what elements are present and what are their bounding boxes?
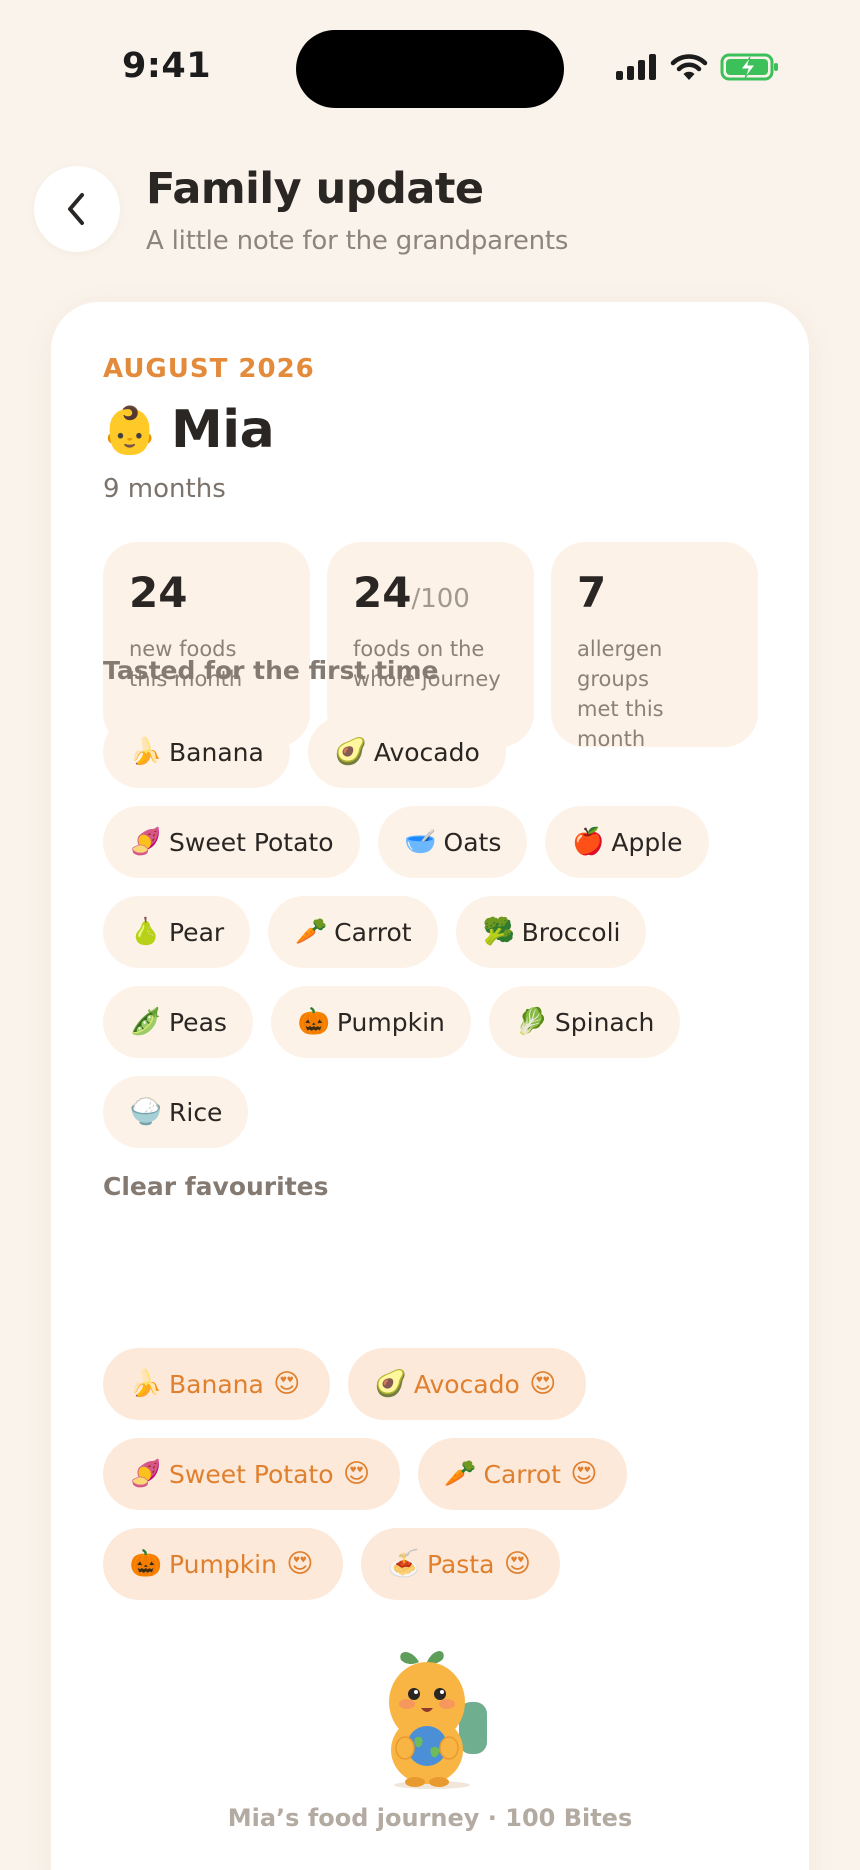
favourites-section-title: Clear favourites <box>103 1172 329 1201</box>
food-name: Peas <box>169 1007 227 1037</box>
food-name: Rice <box>169 1097 223 1127</box>
footer-caption: Mia’s food journey · 100 Bites <box>227 1804 633 1832</box>
back-button[interactable] <box>34 166 120 252</box>
first-time-section-title: Tasted for the first time <box>103 656 439 685</box>
wifi-icon <box>670 54 708 80</box>
food-name: Broccoli <box>521 917 621 947</box>
food-chip-carrot: 🥕 Carrot <box>268 896 438 968</box>
food-name: Apple <box>611 827 683 857</box>
food-name: Banana <box>169 1369 264 1399</box>
food-name: Avocado <box>413 1369 520 1399</box>
heart-eyes-icon: 😍 <box>570 1459 598 1489</box>
stat-denominator: /100 <box>411 584 470 614</box>
heart-eyes-icon: 😍 <box>529 1369 557 1399</box>
family-update-card: AUGUST 2026 👶 Mia 9 months 24 new foods … <box>51 302 809 1870</box>
heart-eyes-icon: 😍 <box>503 1549 531 1579</box>
pear-icon: 🍐 <box>129 917 163 947</box>
food-chip-apple: 🍎 Apple <box>545 806 709 878</box>
food-name: Pumpkin <box>169 1549 277 1579</box>
dynamic-island <box>296 30 564 108</box>
heart-eyes-icon: 😍 <box>342 1459 371 1489</box>
favourite-chip-carrot: 🥕 Carrot 😍 <box>417 1438 627 1510</box>
favourite-food-list: 🍌 Banana 😍 🥑 Avocado 😍 🍠 Sweet Potato 😍 🥕 Carro… <box>103 1348 743 1600</box>
food-chip-pear: 🍐 Pear <box>103 896 251 968</box>
food-name: Pumpkin <box>336 1007 445 1037</box>
chevron-left-icon <box>68 193 84 225</box>
food-name: Banana <box>169 737 264 767</box>
food-name: Pear <box>169 917 225 947</box>
food-chip-avocado: 🥑 Avocado <box>307 716 506 788</box>
food-chip-broccoli: 🥦 Broccoli <box>455 896 647 968</box>
avocado-icon: 🥑 <box>334 737 367 767</box>
page-title: Family update <box>146 164 484 214</box>
status-time: 9:41 <box>122 46 212 86</box>
food-name: Sweet Potato <box>169 827 334 857</box>
broccoli-icon: 🥦 <box>482 917 515 947</box>
heart-eyes-icon: 😍 <box>286 1549 314 1579</box>
carrot-icon: 🥕 <box>444 1459 477 1489</box>
apple-icon: 🍎 <box>572 827 605 857</box>
child-name: Mia <box>171 400 275 460</box>
favourite-chip-avocado: 🥑 Avocado 😍 <box>347 1348 586 1420</box>
banana-icon: 🍌 <box>129 1369 163 1399</box>
month-label: AUGUST 2026 <box>103 354 315 384</box>
food-name: Oats <box>443 827 502 857</box>
child-name-row: 👶 Mia <box>101 400 274 460</box>
food-chip-banana: 🍌 Banana <box>103 716 290 788</box>
child-age: 9 months <box>103 474 226 504</box>
favourite-chip-sweet-potato: 🍠 Sweet Potato 😍 <box>103 1438 400 1510</box>
rice-icon: 🍚 <box>129 1097 163 1127</box>
food-chip-rice: 🍚 Rice <box>103 1076 249 1148</box>
pasta-icon: 🍝 <box>387 1549 421 1579</box>
food-chip-pumpkin: 🎃 Pumpkin <box>270 986 471 1058</box>
food-chip-peas: 🫛 Peas <box>103 986 253 1058</box>
signal-icon <box>616 54 656 80</box>
food-name: Carrot <box>483 1459 561 1489</box>
avocado-icon: 🥑 <box>374 1369 407 1399</box>
stat-value: 24 <box>353 568 412 617</box>
stat-value: 24 <box>129 568 188 617</box>
food-chip-sweet-potato: 🍠 Sweet Potato <box>103 806 360 878</box>
carrot-icon: 🥕 <box>294 917 328 947</box>
stat-value: 7 <box>577 568 607 617</box>
first-time-food-list: 🍌 Banana 🥑 Avocado 🍠 Sweet Potato 🥣 Oats 🍎 Ap… <box>103 716 743 1148</box>
bowl-icon: 🥣 <box>404 827 437 857</box>
baby-icon: 👶 <box>101 402 159 457</box>
sweet-potato-icon: 🍠 <box>129 827 163 857</box>
favourite-chip-banana: 🍌 Banana 😍 <box>103 1348 330 1420</box>
spinach-icon: 🥬 <box>515 1007 549 1037</box>
mascot-illustration <box>389 1651 487 1789</box>
pumpkin-icon: 🎃 <box>129 1549 163 1579</box>
food-name: Sweet Potato <box>169 1459 334 1489</box>
pumpkin-icon: 🎃 <box>297 1007 331 1037</box>
heart-eyes-icon: 😍 <box>273 1369 301 1399</box>
peas-icon: 🫛 <box>129 1007 163 1037</box>
page-subtitle: A little note for the grandparents <box>146 226 569 256</box>
food-name: Carrot <box>334 917 412 947</box>
sweet-potato-icon: 🍠 <box>129 1459 163 1489</box>
food-name: Avocado <box>373 737 480 767</box>
food-name: Pasta <box>426 1549 495 1579</box>
status-icons <box>614 52 780 82</box>
food-chip-oats: 🥣 Oats <box>377 806 528 878</box>
food-chip-spinach: 🥬 Spinach <box>488 986 681 1058</box>
favourite-chip-pasta: 🍝 Pasta 😍 <box>360 1528 561 1600</box>
favourite-chip-pumpkin: 🎃 Pumpkin 😍 <box>103 1528 343 1600</box>
battery-charging-icon <box>720 53 778 81</box>
food-name: Spinach <box>554 1007 655 1037</box>
banana-icon: 🍌 <box>129 737 163 767</box>
